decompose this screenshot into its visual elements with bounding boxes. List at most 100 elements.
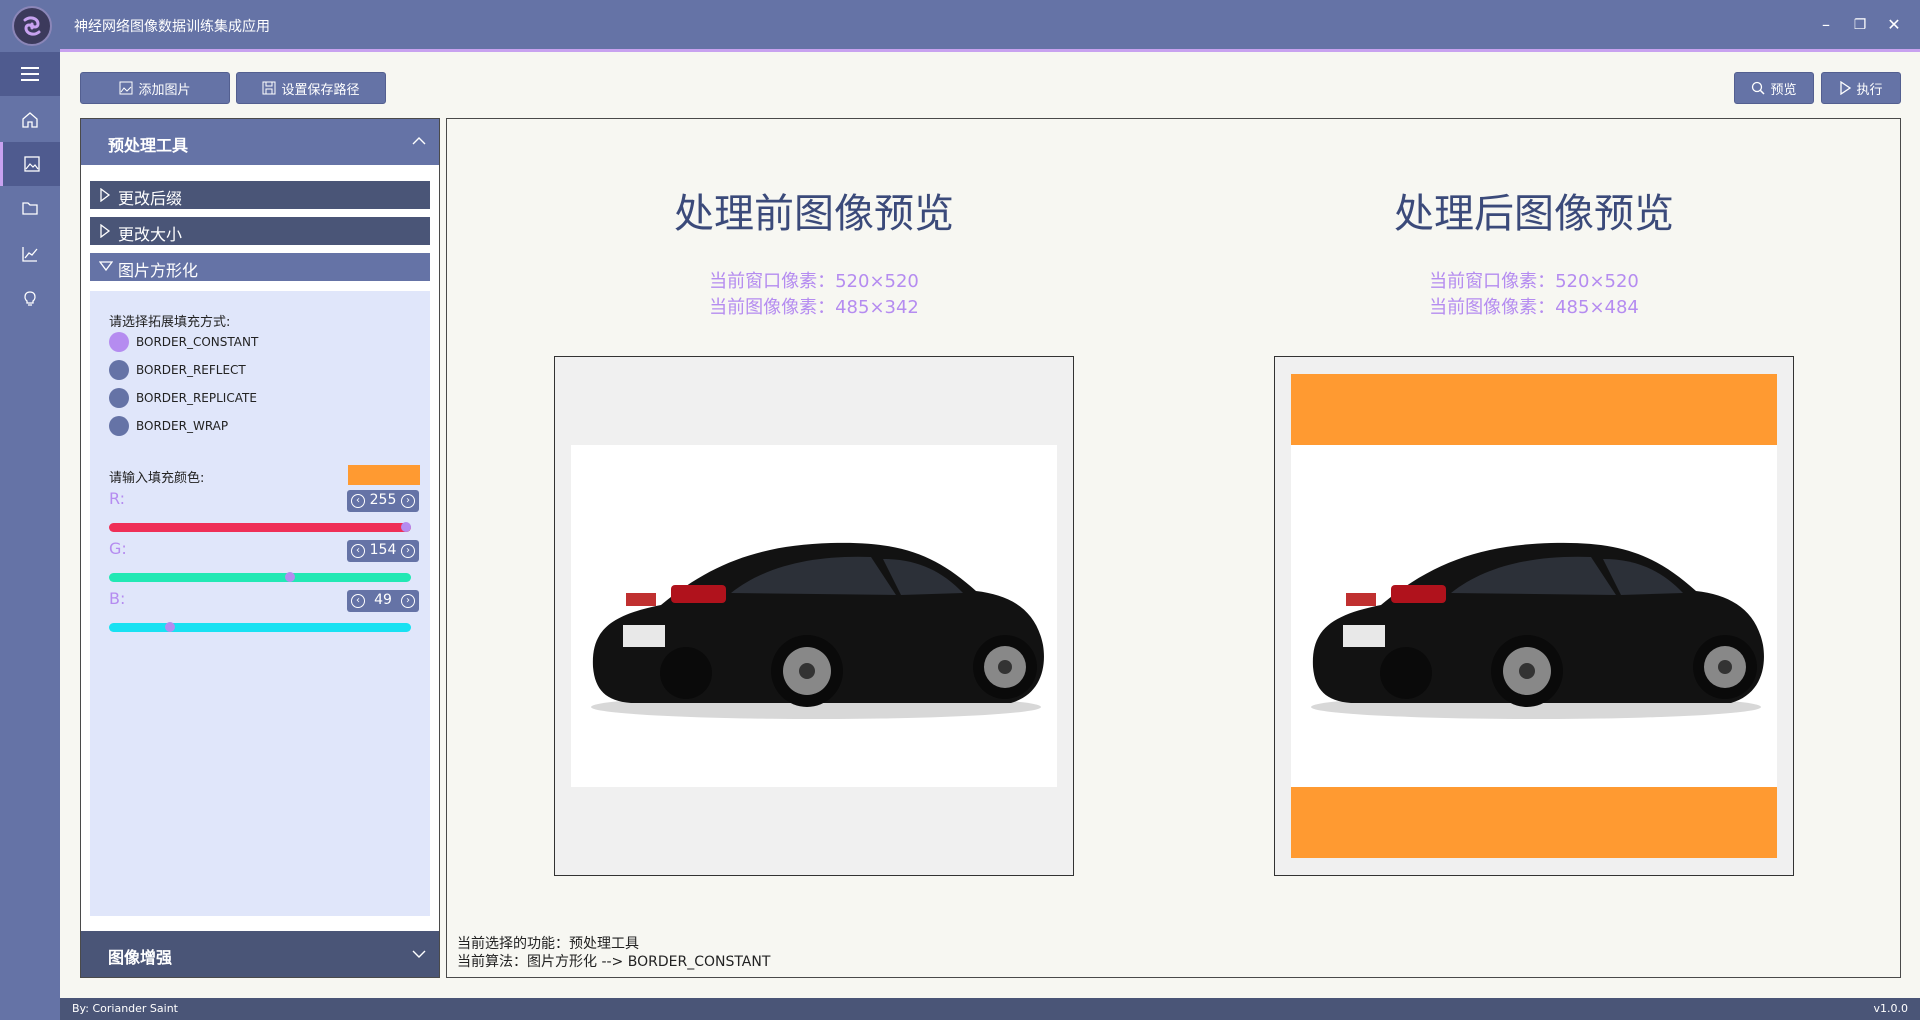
lightbulb-icon xyxy=(24,291,36,306)
before-image-pixels: 当前图像像素：485×342 xyxy=(709,297,919,318)
execute-label: 执行 xyxy=(1856,82,1883,98)
menu-toggle-button[interactable] xyxy=(0,52,60,96)
app-title: 神经网络图像数据训练集成应用 xyxy=(74,19,270,35)
search-icon xyxy=(1752,81,1766,95)
channel-g-spinbox[interactable]: ‹ 154 › xyxy=(347,540,419,562)
app-logo-icon xyxy=(12,6,52,46)
status-bar: By: Coriander Saint v1.0.0 xyxy=(60,998,1920,1020)
status-algorithm: 当前算法：图片方形化 --> BORDER_CONSTANT xyxy=(457,954,771,970)
accordion-change-suffix[interactable]: 更改后缀 xyxy=(90,181,430,209)
radio-indicator xyxy=(109,360,129,380)
after-image-pixels: 当前图像像素：485×484 xyxy=(1429,297,1639,318)
radio-label: BORDER_CONSTANT xyxy=(136,335,259,349)
after-preview-title: 处理后图像预览 xyxy=(1394,191,1674,237)
channel-b-spinbox[interactable]: ‹ 49 › xyxy=(347,590,419,612)
channel-g-label: G: xyxy=(109,539,127,558)
folder-icon xyxy=(22,202,38,215)
fill-mode-prompt: 请选择拓展填充方式: xyxy=(109,315,231,330)
radio-indicator xyxy=(109,416,129,436)
line-chart-icon xyxy=(22,247,38,262)
fill-color-swatch xyxy=(348,465,420,485)
author-label: By: Coriander Saint xyxy=(72,1002,178,1015)
caret-right-icon xyxy=(100,188,111,202)
before-image-frame xyxy=(554,356,1074,876)
slider-handle[interactable] xyxy=(165,622,176,632)
channel-r-slider[interactable] xyxy=(109,522,411,532)
home-icon xyxy=(22,112,38,128)
maximize-button[interactable]: ❐ xyxy=(1846,12,1874,38)
decrement-icon[interactable]: ‹ xyxy=(351,544,365,558)
set-save-path-button[interactable]: 设置保存路径 xyxy=(236,72,386,104)
title-bar: 神经网络图像数据训练集成应用 – ❐ ✕ xyxy=(0,0,1920,52)
accordion-label: 图片方形化 xyxy=(118,261,199,280)
car-image xyxy=(1311,542,1764,719)
nav-ideas[interactable] xyxy=(0,276,60,320)
preview-button[interactable]: 预览 xyxy=(1734,72,1814,104)
nav-chart[interactable] xyxy=(0,232,60,276)
channel-r-spinbox[interactable]: ‹ 255 › xyxy=(347,490,419,512)
preview-area: 处理前图像预览 当前窗口像素：520×520 当前图像像素：485×342 处理… xyxy=(446,118,1901,978)
radio-border-reflect[interactable]: BORDER_REFLECT xyxy=(109,359,246,381)
status-function: 当前选择的功能：预处理工具 xyxy=(457,936,639,952)
nav-home[interactable] xyxy=(0,98,60,142)
increment-icon[interactable]: › xyxy=(401,494,415,508)
close-button[interactable]: ✕ xyxy=(1880,12,1908,38)
set-save-path-label: 设置保存路径 xyxy=(281,82,360,98)
channel-b-value: 49 xyxy=(374,592,392,608)
play-icon xyxy=(1840,81,1852,95)
image-icon xyxy=(23,156,40,172)
image-enhance-header[interactable]: 图像增强 xyxy=(81,931,439,977)
accordion-label: 更改后缀 xyxy=(118,189,183,208)
nav-folder[interactable] xyxy=(0,186,60,230)
radio-indicator xyxy=(109,388,129,408)
after-image xyxy=(1291,445,1777,787)
padding-top xyxy=(1291,374,1777,445)
execute-button[interactable]: 执行 xyxy=(1821,72,1901,104)
preprocess-tools-panel: 预处理工具 更改后缀 更改大小 图片方形化 请选择拓展填充方式: BORDER_… xyxy=(80,118,440,978)
add-image-label: 添加图片 xyxy=(138,82,191,98)
save-icon xyxy=(262,81,276,95)
channel-g-slider[interactable] xyxy=(109,572,411,582)
increment-icon[interactable]: › xyxy=(401,544,415,558)
car-image xyxy=(591,542,1044,719)
caret-down-icon xyxy=(99,261,113,272)
slider-handle[interactable] xyxy=(285,572,296,582)
decrement-icon[interactable]: ‹ xyxy=(351,594,365,608)
image-square-settings: 请选择拓展填充方式: BORDER_CONSTANT BORDER_REFLEC… xyxy=(90,291,430,916)
fill-color-prompt: 请输入填充颜色: xyxy=(109,471,205,486)
radio-label: BORDER_REPLICATE xyxy=(136,391,257,405)
app-window: 神经网络图像数据训练集成应用 – ❐ ✕ 添加图片 设置保存路径 预览 执行 预… xyxy=(0,0,1920,1020)
decrement-icon[interactable]: ‹ xyxy=(351,494,365,508)
chevron-down-icon xyxy=(412,950,426,958)
minimize-button[interactable]: – xyxy=(1812,12,1840,38)
before-window-pixels: 当前窗口像素：520×520 xyxy=(709,271,919,292)
preprocess-tools-header[interactable]: 预处理工具 xyxy=(81,119,439,165)
padding-bottom xyxy=(1291,787,1777,858)
after-window-pixels: 当前窗口像素：520×520 xyxy=(1429,271,1639,292)
accordion-change-size[interactable]: 更改大小 xyxy=(90,217,430,245)
radio-label: BORDER_REFLECT xyxy=(136,363,246,377)
channel-b-slider[interactable] xyxy=(109,622,411,632)
increment-icon[interactable]: › xyxy=(401,594,415,608)
add-image-button[interactable]: 添加图片 xyxy=(80,72,230,104)
channel-r-label: R: xyxy=(109,489,126,508)
nav-image-tools[interactable] xyxy=(0,142,60,186)
version-label: v1.0.0 xyxy=(1873,1002,1909,1015)
before-preview-title: 处理前图像预览 xyxy=(674,191,954,237)
radio-border-replicate[interactable]: BORDER_REPLICATE xyxy=(109,387,257,409)
side-navigation xyxy=(0,52,60,1020)
slider-handle[interactable] xyxy=(401,522,411,532)
accordion-label: 更改大小 xyxy=(118,225,183,244)
image-icon xyxy=(119,81,133,95)
channel-g-value: 154 xyxy=(369,542,397,558)
preprocess-tools-title: 预处理工具 xyxy=(108,136,189,155)
radio-border-wrap[interactable]: BORDER_WRAP xyxy=(109,415,228,437)
image-enhance-title: 图像增强 xyxy=(108,948,173,967)
hamburger-icon xyxy=(21,67,39,81)
accordion-image-square[interactable]: 图片方形化 xyxy=(90,253,430,281)
title-accent-line xyxy=(60,49,1920,52)
channel-b-label: B: xyxy=(109,589,126,608)
before-image xyxy=(571,445,1057,787)
radio-label: BORDER_WRAP xyxy=(136,419,229,433)
radio-border-constant[interactable]: BORDER_CONSTANT xyxy=(109,331,258,353)
